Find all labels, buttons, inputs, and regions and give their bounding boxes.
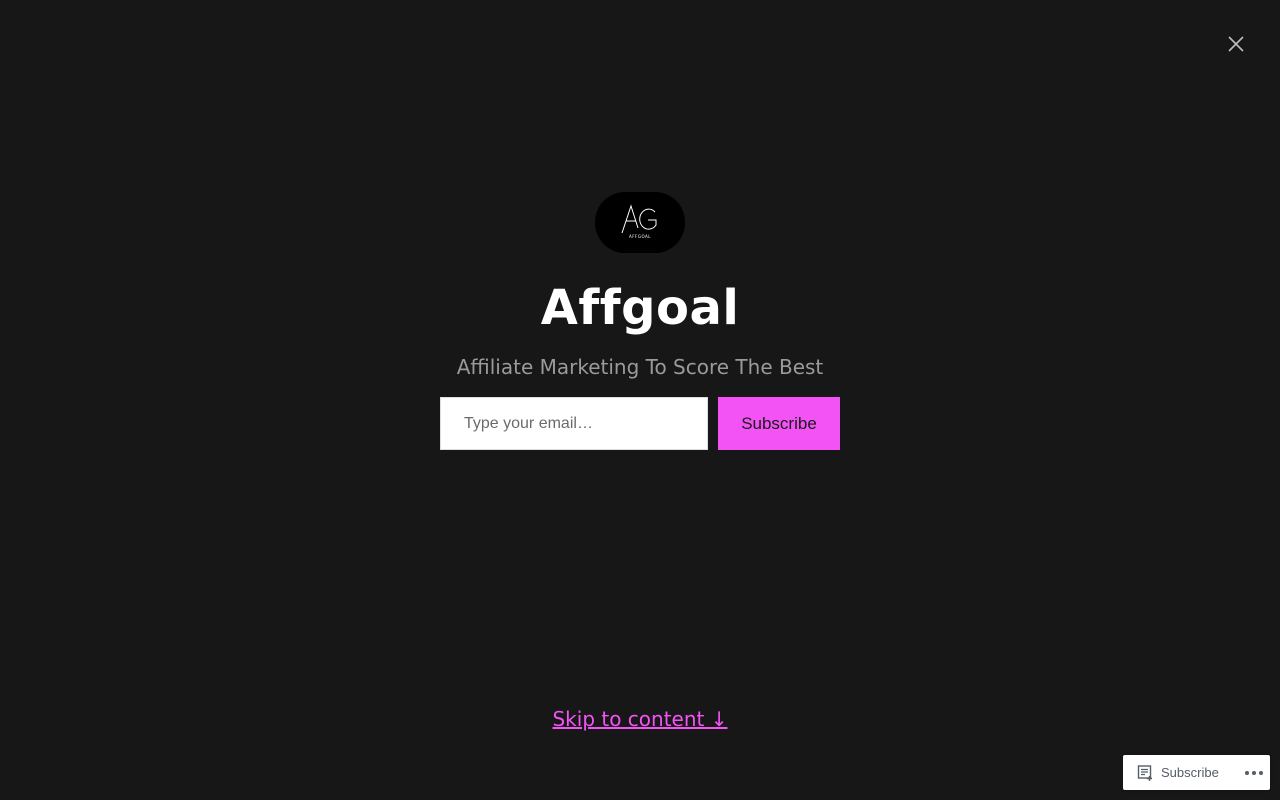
actionbar-more-button[interactable]	[1238, 755, 1270, 790]
site-logo[interactable]: AFFGOAL	[595, 192, 685, 253]
skip-link-container: Skip to content ↓	[0, 707, 1280, 731]
logo-caption: AFFGOAL	[629, 234, 651, 239]
actionbar-subscribe-label: Subscribe	[1161, 765, 1219, 780]
ellipsis-icon	[1245, 770, 1263, 775]
subscribe-form: Subscribe	[440, 397, 840, 450]
subscribe-overlay: AFFGOAL Affgoal Affiliate Marketing To S…	[0, 0, 1280, 800]
actionbar: Subscribe	[1123, 755, 1270, 790]
site-tagline: Affiliate Marketing To Score The Best	[456, 355, 824, 379]
subscribe-button[interactable]: Subscribe	[718, 397, 840, 450]
skip-to-content-link[interactable]: Skip to content ↓	[552, 707, 727, 731]
actionbar-subscribe-button[interactable]: Subscribe	[1123, 755, 1219, 790]
close-icon	[1228, 36, 1244, 52]
email-input[interactable]	[440, 397, 708, 450]
logo-mark-icon	[621, 204, 657, 234]
reader-icon	[1137, 764, 1152, 781]
site-title: Affgoal	[540, 280, 740, 336]
subscribe-panel: AFFGOAL Affgoal Affiliate Marketing To S…	[0, 192, 1280, 450]
close-button[interactable]	[1224, 32, 1248, 56]
